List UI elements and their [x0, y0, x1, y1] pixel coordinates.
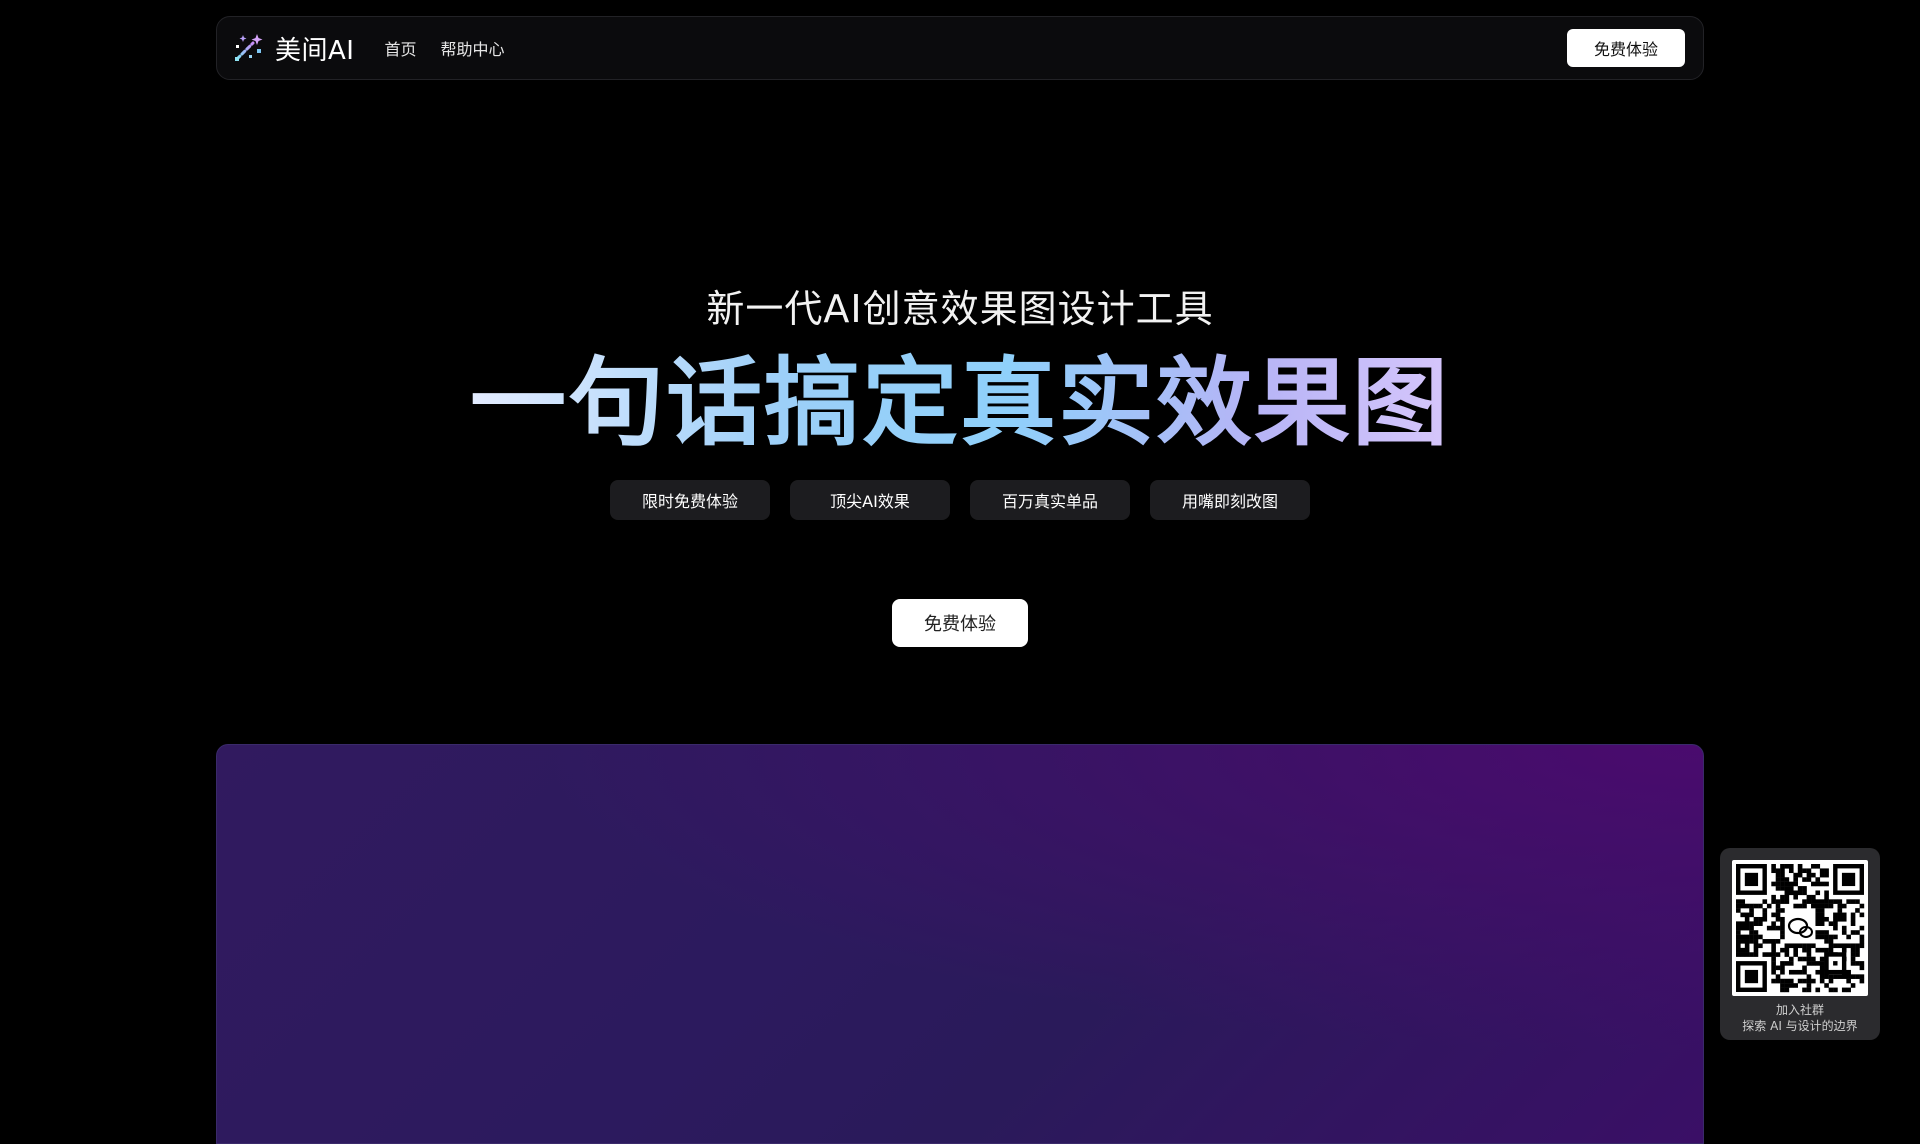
qr-caption-line1: 加入社群	[1775, 1003, 1824, 1017]
feature-tag-free-trial: 限时免费体验	[610, 480, 770, 520]
feature-tags: 限时免费体验 顶尖AI效果 百万真实单品 用嘴即刻改图	[0, 480, 1920, 520]
feature-tag-top-ai: 顶尖AI效果	[790, 480, 950, 520]
showcase-panel	[216, 744, 1704, 1144]
qr-finder-top-right	[1833, 864, 1864, 895]
feature-tag-real-products: 百万真实单品	[970, 480, 1130, 520]
qr-code-image	[1732, 860, 1868, 996]
nav-link-home[interactable]: 首页	[384, 36, 416, 60]
magic-wand-logo-icon	[235, 34, 263, 61]
qr-alignment-mark	[1824, 952, 1847, 975]
hero-title-text: 一句话搞定真实效果图	[470, 347, 1450, 459]
top-navbar: 美间AI 首页 帮助中心 免费体验	[216, 16, 1704, 80]
hero-subtitle: 新一代AI创意效果图设计工具	[706, 287, 1214, 331]
qr-caption: 加入社群 探索 AI 与设计的边界	[1732, 1002, 1868, 1034]
wechat-icon	[1786, 914, 1814, 942]
qr-caption-line2: 探索 AI 与设计的边界	[1742, 1019, 1858, 1033]
nav-link-help-center[interactable]: 帮助中心	[440, 36, 504, 60]
brand-logo[interactable]: 美间AI	[231, 30, 354, 67]
hero-title: 一句话搞定真实效果图	[0, 345, 1920, 461]
nav-free-trial-button[interactable]: 免费体验	[1567, 29, 1685, 67]
feature-tag-voice-edit: 用嘴即刻改图	[1150, 480, 1310, 520]
qr-finder-top-left	[1736, 864, 1767, 895]
hero-free-trial-button[interactable]: 免费体验	[892, 599, 1028, 647]
main-nav: 首页 帮助中心	[384, 36, 504, 60]
qr-finder-bottom-left	[1736, 961, 1767, 992]
brand-name: 美间AI	[275, 35, 355, 66]
community-qr-widget[interactable]: 加入社群 探索 AI 与设计的边界	[1720, 848, 1880, 1040]
